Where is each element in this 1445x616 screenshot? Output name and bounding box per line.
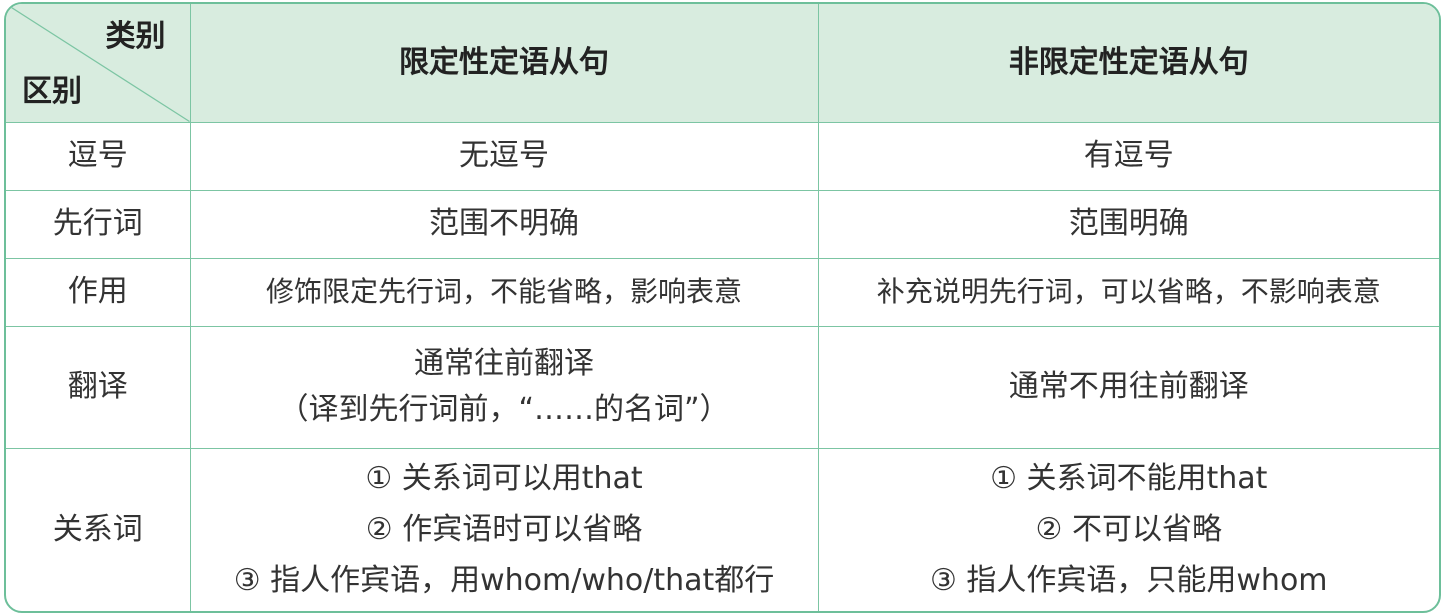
cell-line: 有逗号 — [1083, 137, 1174, 173]
cell-line: 无逗号 — [459, 137, 549, 173]
table-row: 作用 修饰限定先行词，不能省略，影响表意 补充说明先行词，可以省略，不影响表意 — [6, 257, 1439, 327]
corner-header-cell: 类别 区别 — [6, 4, 191, 123]
nonrestrictive-cell: ① 关系词不能用that ② 不可以省略 ③ 指人作宾语，只能用whom — [817, 447, 1439, 611]
nonrestrictive-cell: 有逗号 — [817, 122, 1439, 191]
cell-line: 修饰限定先行词，不能省略，影响表意 — [265, 275, 742, 309]
table-row: 关系词 ① 关系词可以用that ② 作宾语时可以省略 ③ 指人作宾语，用who… — [6, 447, 1439, 611]
restrictive-cell: 修饰限定先行词，不能省略，影响表意 — [189, 257, 819, 327]
row-label: 翻译 — [6, 325, 191, 449]
cell-line: ③ 指人作宾语，只能用whom — [929, 563, 1328, 599]
row-label: 作用 — [6, 257, 191, 327]
nonrestrictive-cell: 通常不用往前翻译 — [817, 325, 1439, 449]
corner-difference-label: 区别 — [22, 74, 82, 109]
cell-line: 范围不明确 — [429, 205, 579, 241]
restrictive-cell: 范围不明确 — [189, 189, 819, 259]
row-label: 逗号 — [6, 122, 191, 191]
comparison-table-frame: 类别 区别 限定性定语从句 非限定性定语从句 逗号 无逗号 有逗号 先行词 范围… — [4, 2, 1441, 613]
table-row: 逗号 无逗号 有逗号 — [6, 122, 1439, 191]
cell-line: ③ 指人作宾语，用whom/who/that都行 — [233, 563, 775, 599]
row-label: 关系词 — [6, 447, 191, 611]
cell-line: ① 关系词可以用that — [365, 461, 643, 497]
restrictive-cell: ① 关系词可以用that ② 作宾语时可以省略 ③ 指人作宾语，用whom/wh… — [189, 447, 819, 611]
cell-line: ① 关系词不能用that — [990, 461, 1268, 497]
cell-line: （译到先行词前，“……的名词”） — [278, 392, 730, 427]
cell-line: 通常往前翻译 — [414, 345, 594, 381]
cell-line: 通常不用往前翻译 — [1008, 368, 1249, 404]
header-restrictive: 限定性定语从句 — [189, 4, 819, 123]
corner-category-label: 类别 — [105, 19, 166, 54]
cell-line: ② 不可以省略 — [1035, 512, 1222, 548]
nonrestrictive-cell: 范围明确 — [817, 189, 1439, 259]
header-nonrestrictive: 非限定性定语从句 — [817, 4, 1439, 123]
comparison-table: 类别 区别 限定性定语从句 非限定性定语从句 逗号 无逗号 有逗号 先行词 范围… — [6, 4, 1439, 611]
cell-line: 范围明确 — [1068, 205, 1189, 241]
cell-line: 补充说明先行词，可以省略，不影响表意 — [876, 275, 1381, 309]
header-row: 类别 区别 限定性定语从句 非限定性定语从句 — [6, 4, 1439, 123]
cell-line: ② 作宾语时可以省略 — [365, 512, 643, 548]
restrictive-cell: 无逗号 — [189, 122, 819, 191]
restrictive-cell: 通常往前翻译 （译到先行词前，“……的名词”） — [189, 325, 819, 449]
table-row: 先行词 范围不明确 范围明确 — [6, 189, 1439, 259]
row-label: 先行词 — [6, 189, 191, 259]
table-row: 翻译 通常往前翻译 （译到先行词前，“……的名词”） 通常不用往前翻译 — [6, 325, 1439, 449]
nonrestrictive-cell: 补充说明先行词，可以省略，不影响表意 — [817, 257, 1439, 327]
